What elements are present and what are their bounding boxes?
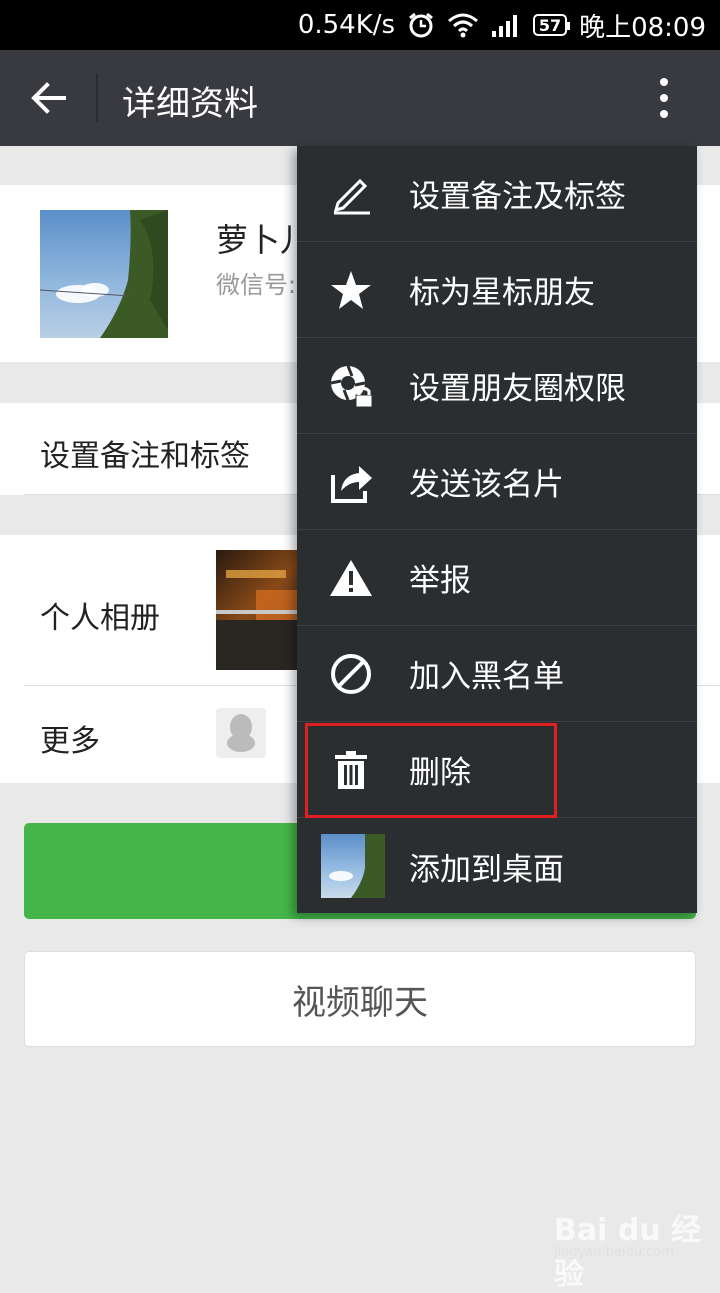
menu-item-set-remark[interactable]: 设置备注及标签	[297, 146, 697, 242]
menu-item-label: 加入黑名单	[409, 659, 564, 695]
menu-item-label: 发送该名片	[409, 467, 564, 503]
watermark-url: jingyan.baidu.com	[554, 1245, 674, 1260]
block-icon	[327, 650, 375, 698]
top-bar: 详细资料	[0, 50, 720, 146]
page-title: 详细资料	[122, 84, 258, 124]
warning-icon	[327, 554, 375, 602]
status-bar: 0.54K/s 57 晚上08:09	[0, 0, 720, 50]
more-label: 更多	[40, 724, 100, 759]
baidu-jingyan-watermark: Bai du 经验 jingyan.baidu.com	[554, 1205, 704, 1292]
delete-highlight-box	[305, 723, 557, 818]
album-label: 个人相册	[40, 601, 160, 636]
menu-item-moments-permission[interactable]: 设置朋友圈权限	[297, 338, 697, 434]
video-chat-button[interactable]: 视频聊天	[24, 951, 696, 1047]
signal-icon	[491, 13, 521, 37]
topbar-divider	[96, 74, 98, 122]
menu-item-label: 设置朋友圈权限	[409, 371, 626, 407]
menu-item-label: 标为星标朋友	[409, 275, 595, 311]
menu-item-label: 举报	[409, 563, 471, 599]
alarm-icon	[407, 11, 435, 39]
menu-item-report[interactable]: 举报	[297, 530, 697, 626]
more-menu-button[interactable]	[644, 70, 684, 126]
share-icon	[327, 458, 375, 506]
contact-thumbnail	[321, 834, 385, 898]
network-speed: 0.54K/s	[297, 10, 396, 40]
menu-item-label: 添加到桌面	[409, 851, 564, 888]
wifi-icon	[447, 12, 479, 38]
menu-item-label: 设置备注及标签	[409, 179, 626, 215]
menu-item-blacklist[interactable]: 加入黑名单	[297, 626, 697, 722]
wechat-id: 微信号:	[216, 271, 297, 299]
clock: 晚上08:09	[579, 12, 706, 43]
moments-lock-icon	[327, 362, 375, 410]
remark-label: 设置备注和标签	[40, 439, 250, 474]
menu-item-star[interactable]: 标为星标朋友	[297, 242, 697, 338]
vertical-dots-icon	[660, 78, 668, 118]
menu-item-send-card[interactable]: 发送该名片	[297, 434, 697, 530]
back-button[interactable]	[20, 70, 76, 126]
battery-icon: 57	[533, 14, 571, 36]
menu-item-add-to-desktop[interactable]: 添加到桌面	[297, 818, 697, 914]
arrow-left-icon	[31, 82, 66, 114]
avatar[interactable]	[40, 210, 168, 338]
pencil-icon	[327, 170, 375, 218]
star-icon	[327, 266, 375, 314]
qq-icon	[216, 708, 266, 758]
